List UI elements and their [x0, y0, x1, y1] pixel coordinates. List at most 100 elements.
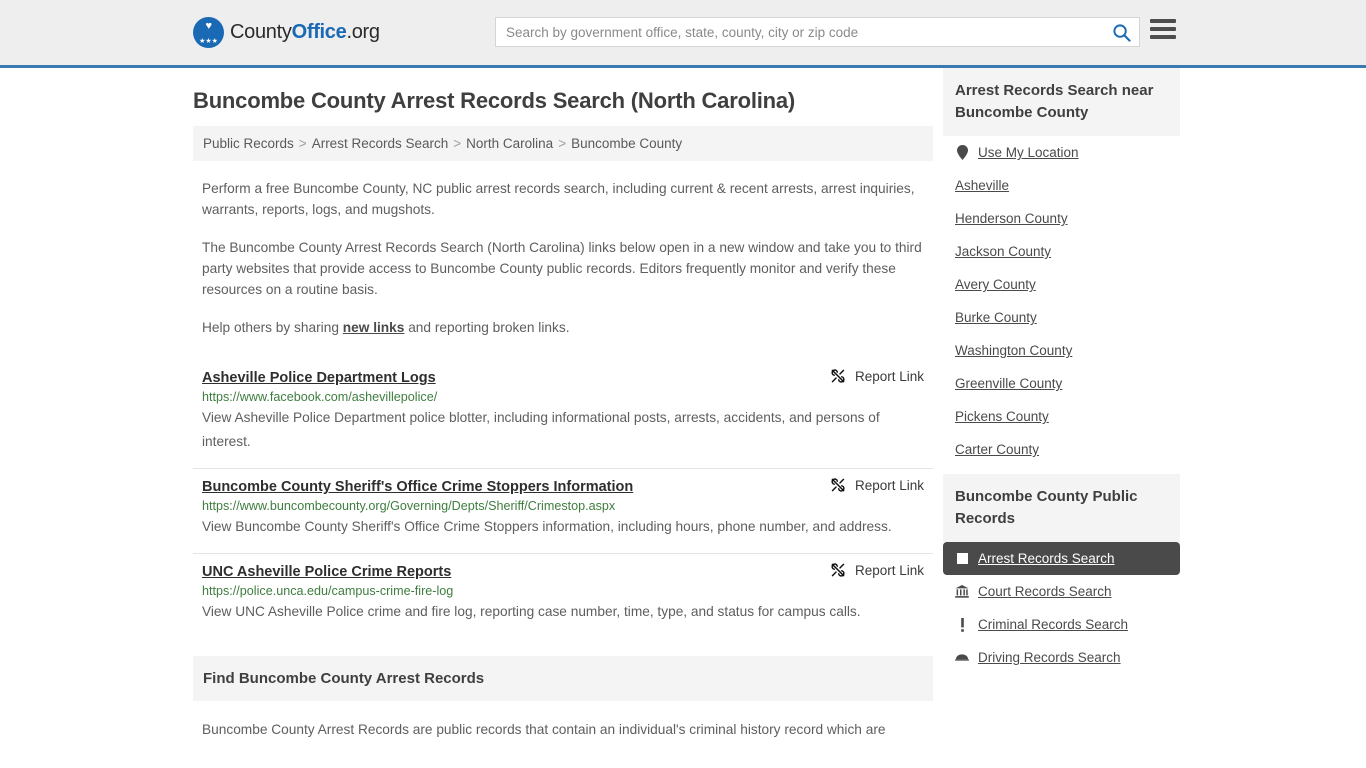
main-column: Buncombe County Arrest Records Search (N…	[193, 68, 933, 740]
search-button[interactable]	[1103, 18, 1139, 46]
search-icon	[1112, 23, 1131, 42]
sidebar-item-use-my-location[interactable]: Use My Location	[943, 136, 1180, 169]
logo-text-office: Office	[291, 21, 347, 43]
sidebar-item-washington-county[interactable]: Washington County	[943, 334, 1180, 367]
intro-paragraph-3: Help others by sharing new links and rep…	[202, 317, 924, 338]
logo-text-org: .org	[346, 21, 380, 43]
result-item: UNC Asheville Police Crime Reports https…	[193, 553, 933, 638]
report-link-label: Report Link	[854, 477, 924, 493]
sidebar-item-label: Burke County	[955, 310, 1037, 325]
sidebar-near-heading: Arrest Records Search near Buncombe Coun…	[943, 68, 1180, 136]
result-description: View Buncombe County Sheriff's Office Cr…	[202, 519, 892, 534]
stars-glyph: ★★★	[199, 38, 218, 45]
sidebar-item-label: Asheville	[955, 178, 1010, 193]
breadcrumb-item-buncombe-county[interactable]: Buncombe County	[571, 136, 682, 151]
breadcrumb-separator-3: >	[558, 136, 567, 151]
hamburger-menu-icon[interactable]	[1150, 19, 1176, 39]
result-title-link[interactable]: UNC Asheville Police Crime Reports	[202, 564, 451, 580]
sidebar-item-label: Washington County	[955, 343, 1073, 358]
breadcrumb-item-arrest-records-search[interactable]: Arrest Records Search	[312, 136, 449, 151]
bank-building-icon	[955, 585, 969, 598]
sidebar-public-records-box: Buncombe County Public Records Arrest Re…	[943, 474, 1180, 674]
result-url: https://www.facebook.com/ashevillepolice…	[202, 390, 438, 404]
sidebar-item-carter-county[interactable]: Carter County	[943, 433, 1180, 466]
result-url: https://police.unca.edu/campus-crime-fir…	[202, 584, 454, 598]
sidebar-item-burke-county[interactable]: Burke County	[943, 301, 1180, 334]
site-header: ♥ ★★★ CountyOffice.org	[0, 0, 1366, 68]
intro-paragraph-2: The Buncombe County Arrest Records Searc…	[202, 240, 922, 297]
sidebar-item-label: Court Records Search	[978, 584, 1112, 599]
result-description: View Asheville Police Department police …	[202, 410, 880, 449]
find-records-body: Buncombe County Arrest Records are publi…	[193, 719, 933, 740]
map-pin-glyph	[956, 145, 968, 160]
result-description: View UNC Asheville Police crime and fire…	[202, 604, 861, 619]
exclamation-icon	[955, 617, 969, 632]
sidebar-item-avery-county[interactable]: Avery County	[943, 268, 1180, 301]
intro-paragraph-1: Perform a free Buncombe County, NC publi…	[202, 181, 915, 217]
hamburger-bar-3	[1150, 35, 1176, 39]
sidebar-item-label: Criminal Records Search	[978, 617, 1129, 632]
square-glyph	[956, 553, 968, 564]
sidebar-near-list: Use My Location Asheville Henderson Coun…	[943, 136, 1180, 466]
car-glyph	[955, 654, 969, 661]
exclamation-glyph	[960, 617, 964, 632]
sidebar-public-records-heading: Buncombe County Public Records	[943, 474, 1180, 542]
broken-link-icon	[831, 478, 845, 492]
sidebar-public-records-list: Arrest Records Search Court Records Sear…	[943, 542, 1180, 674]
result-item: Buncombe County Sheriff's Office Crime S…	[193, 468, 933, 553]
sidebar-item-greenville-county[interactable]: Greenville County	[943, 367, 1180, 400]
sidebar-item-label: Henderson County	[955, 211, 1068, 226]
sidebar-item-asheville[interactable]: Asheville	[943, 169, 1180, 202]
white-square-icon	[955, 553, 969, 564]
intro-text: Perform a free Buncombe County, NC publi…	[193, 178, 933, 338]
search-input[interactable]	[496, 18, 1103, 46]
broken-link-icon	[831, 563, 845, 577]
new-links-link[interactable]: new links	[343, 320, 405, 335]
intro-p3-after: and reporting broken links.	[404, 320, 570, 335]
countyoffice-eagle-icon: ♥ ★★★	[193, 17, 224, 48]
bank-glyph	[955, 585, 969, 598]
map-pin-icon	[955, 145, 969, 160]
breadcrumb-item-north-carolina[interactable]: North Carolina	[466, 136, 553, 151]
breadcrumb-separator-1: >	[298, 136, 307, 151]
sidebar-item-label: Carter County	[955, 442, 1040, 457]
breadcrumb: Public Records > Arrest Records Search > Nor…	[193, 126, 933, 161]
sidebar-item-criminal-records-search[interactable]: Criminal Records Search	[943, 608, 1180, 641]
page-title: Buncombe County Arrest Records Search (N…	[193, 88, 796, 113]
find-records-paragraph: Buncombe County Arrest Records are publi…	[202, 722, 886, 737]
eagle-glyph: ♥	[205, 20, 212, 32]
hamburger-bar-1	[1150, 19, 1176, 23]
result-title-link[interactable]: Buncombe County Sheriff's Office Crime S…	[202, 479, 633, 495]
breadcrumb-separator-2: >	[453, 136, 462, 151]
result-url: https://www.buncombecounty.org/Governing…	[202, 499, 616, 513]
sidebar-item-henderson-county[interactable]: Henderson County	[943, 202, 1180, 235]
report-link-button[interactable]: Report Link	[830, 368, 924, 384]
sidebar-item-label: Arrest Records Search	[978, 551, 1115, 566]
logo-wordmark: CountyOffice.org	[230, 21, 380, 44]
sidebar-item-pickens-county[interactable]: Pickens County	[943, 400, 1180, 433]
sidebar-item-court-records-search[interactable]: Court Records Search	[943, 575, 1180, 608]
intro-p3-before: Help others by sharing	[202, 320, 343, 335]
report-link-label: Report Link	[854, 562, 924, 578]
sidebar-item-arrest-records-search[interactable]: Arrest Records Search	[943, 542, 1180, 575]
result-item: Asheville Police Department Logs https:/…	[193, 360, 933, 468]
broken-link-icon	[831, 369, 845, 383]
sidebar-item-label: Pickens County	[955, 409, 1049, 424]
sidebar-item-label: Driving Records Search	[978, 650, 1121, 665]
find-records-heading: Find Buncombe County Arrest Records	[193, 656, 933, 701]
site-logo[interactable]: ♥ ★★★ CountyOffice.org	[193, 17, 380, 48]
sidebar-item-label: Greenville County	[955, 376, 1063, 391]
sidebar: Arrest Records Search near Buncombe Coun…	[943, 68, 1180, 740]
search-bar[interactable]	[495, 17, 1140, 47]
result-title-link[interactable]: Asheville Police Department Logs	[202, 370, 436, 386]
content-row: Buncombe County Arrest Records Search (N…	[193, 68, 1180, 740]
sidebar-item-label: Jackson County	[955, 244, 1052, 259]
sidebar-near-box: Arrest Records Search near Buncombe Coun…	[943, 68, 1180, 466]
breadcrumb-item-public-records[interactable]: Public Records	[203, 136, 294, 151]
sidebar-item-driving-records-search[interactable]: Driving Records Search	[943, 641, 1180, 674]
page-body: Buncombe County Arrest Records Search (N…	[0, 68, 1366, 740]
sidebar-item-label: Avery County	[955, 277, 1036, 292]
report-link-button[interactable]: Report Link	[830, 477, 924, 493]
sidebar-item-jackson-county[interactable]: Jackson County	[943, 235, 1180, 268]
report-link-button[interactable]: Report Link	[830, 562, 924, 578]
